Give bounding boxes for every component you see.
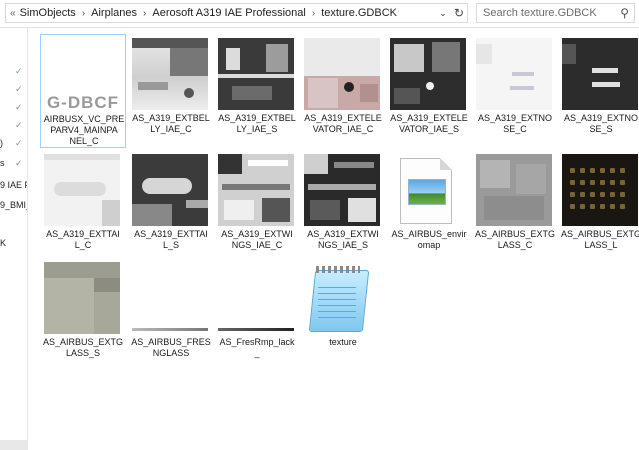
file-name: texture <box>329 337 357 347</box>
crumb-aerosoft-a319[interactable]: Aerosoft A319 IAE Professional <box>152 7 305 19</box>
nav-item[interactable]: s ✓ <box>0 156 27 174</box>
file-item[interactable]: AS_A319_EXTBEL LY_IAE_C <box>128 34 214 148</box>
navigation-pane[interactable]: ✓ ✓ ✓ ✓ )✓ s✓ 9 IAE P 9_BMI_ K <box>0 28 28 450</box>
file-item[interactable]: G-DBCF AIRBUSX_VC_PRE PARV4_MAINPA NEL_C <box>40 34 126 148</box>
notepad-icon <box>304 262 380 334</box>
refresh-icon[interactable]: ↻ <box>451 4 467 22</box>
file-item[interactable]: AS_A319_EXTNO SE_C <box>472 34 558 148</box>
pin-icon: ✓ <box>15 66 23 76</box>
file-name: AS_AIRBUS_EXTG LASS_C <box>474 229 556 250</box>
file-item[interactable]: AS_AIRBUS_EXTG LASS_S <box>40 258 126 372</box>
crumb-separator-icon[interactable]: › <box>312 8 315 19</box>
file-name: AS_A319_EXTTAI L_S <box>134 229 208 250</box>
file-name: AS_AIRBUS_envir omap <box>391 229 467 250</box>
nav-item[interactable]: 9 IAE P <box>0 178 27 196</box>
file-name: AS_A319_EXTNO SE_S <box>563 113 639 134</box>
pin-icon: ✓ <box>15 102 23 112</box>
search-input[interactable]: Search texture.GDBCK ⚲ <box>476 3 635 23</box>
file-item[interactable]: AS_A319_EXTNO SE_S <box>558 34 639 148</box>
file-name: AS_A319_EXTNO SE_C <box>477 113 553 134</box>
image-file-icon <box>390 154 466 226</box>
file-item[interactable]: AS_A319_EXTTAI L_C <box>40 150 126 264</box>
file-thumbnail <box>44 262 120 334</box>
file-name: AS_A319_EXTWI NGS_IAE_C <box>221 229 293 250</box>
nav-item[interactable]: K <box>0 236 27 254</box>
file-item[interactable]: AS_A319_EXTBEL LY_IAE_S <box>214 34 300 148</box>
pin-icon: ✓ <box>15 138 23 148</box>
file-thumbnail <box>562 38 638 110</box>
breadcrumb[interactable]: « SimObjects › Airplanes › Aerosoft A319… <box>5 3 468 23</box>
file-name: AS_A319_EXTTAI L_C <box>46 229 120 250</box>
nav-item[interactable] <box>0 32 27 50</box>
nav-item[interactable]: ✓ <box>0 118 27 136</box>
address-dropdown-icon[interactable]: ⌄ <box>437 4 449 22</box>
file-name: AS_A319_EXTELE VATOR_IAE_C <box>304 113 382 134</box>
file-name: AS_AIRBUS_EXTG LASS_S <box>42 337 124 358</box>
file-thumbnail <box>304 38 380 110</box>
file-list[interactable]: G-DBCF AIRBUSX_VC_PRE PARV4_MAINPA NEL_C A… <box>28 28 639 450</box>
file-name: AS_AIRBUS_EXTG LASS_L <box>560 229 639 250</box>
file-item[interactable]: AS_AIRBUS_EXTG LASS_C <box>472 150 558 264</box>
file-name: AS_A319_EXTBEL LY_IAE_C <box>132 113 210 134</box>
crumb-separator-icon[interactable]: › <box>82 8 85 19</box>
file-thumbnail <box>304 154 380 226</box>
crumb-airplanes[interactable]: Airplanes <box>91 7 137 19</box>
file-thumbnail <box>218 38 294 110</box>
file-thumbnail: G-DBCF <box>45 39 121 111</box>
file-item[interactable]: AS_FresRmp_lack _ <box>214 258 300 372</box>
file-thumbnail <box>132 38 208 110</box>
crumb-separator-icon[interactable]: › <box>143 8 146 19</box>
pin-icon: ✓ <box>15 84 23 94</box>
nav-item[interactable]: ✓ <box>0 82 27 100</box>
file-thumbnail <box>218 262 294 334</box>
file-name: AS_AIRBUS_FRES NGLASS <box>131 337 211 358</box>
file-thumbnail <box>476 154 552 226</box>
file-name: AIRBUSX_VC_PRE PARV4_MAINPA NEL_C <box>43 114 125 146</box>
file-name: AS_A319_EXTWI NGS_IAE_S <box>307 229 379 250</box>
file-thumbnail <box>132 262 208 334</box>
nav-item[interactable]: ✓ <box>0 100 27 118</box>
file-thumbnail <box>562 154 638 226</box>
file-item[interactable]: AS_A319_EXTWI NGS_IAE_C <box>214 150 300 264</box>
overflow-chevron-icon[interactable]: « <box>10 8 16 19</box>
file-thumbnail <box>390 38 466 110</box>
pin-icon: ✓ <box>15 120 23 130</box>
nav-item[interactable]: ) ✓ <box>0 136 27 154</box>
address-bar-row: « SimObjects › Airplanes › Aerosoft A319… <box>0 0 639 28</box>
file-item[interactable]: AS_AIRBUS_EXTG LASS_L <box>558 150 639 264</box>
file-name: AS_FresRmp_lack _ <box>219 337 295 358</box>
file-item[interactable]: AS_A319_EXTELE VATOR_IAE_S <box>386 34 472 148</box>
crumb-simobjects[interactable]: SimObjects <box>20 7 76 19</box>
file-thumbnail <box>476 38 552 110</box>
file-thumbnail <box>44 154 120 226</box>
file-thumbnail <box>132 154 208 226</box>
search-icon: ⚲ <box>620 6 629 20</box>
pin-icon: ✓ <box>15 158 23 168</box>
search-placeholder: Search texture.GDBCK <box>483 7 597 19</box>
file-name: AS_A319_EXTBEL LY_IAE_S <box>218 113 296 134</box>
file-thumbnail <box>218 154 294 226</box>
file-name: AS_A319_EXTELE VATOR_IAE_S <box>390 113 468 134</box>
file-item[interactable]: AS_AIRBUS_FRES NGLASS <box>128 258 214 372</box>
file-item[interactable]: AS_AIRBUS_envir omap <box>386 150 472 264</box>
file-item[interactable]: texture <box>300 258 386 372</box>
file-item[interactable]: AS_A319_EXTELE VATOR_IAE_C <box>300 34 386 148</box>
file-item[interactable]: AS_A319_EXTWI NGS_IAE_S <box>300 150 386 264</box>
nav-item[interactable]: 9_BMI_ <box>0 198 27 216</box>
crumb-texture-gdbck[interactable]: texture.GDBCK <box>321 7 397 19</box>
file-item[interactable]: AS_A319_EXTTAI L_S <box>128 150 214 264</box>
nav-item[interactable]: ✓ <box>0 64 27 82</box>
nav-scrollbar[interactable] <box>0 440 27 450</box>
